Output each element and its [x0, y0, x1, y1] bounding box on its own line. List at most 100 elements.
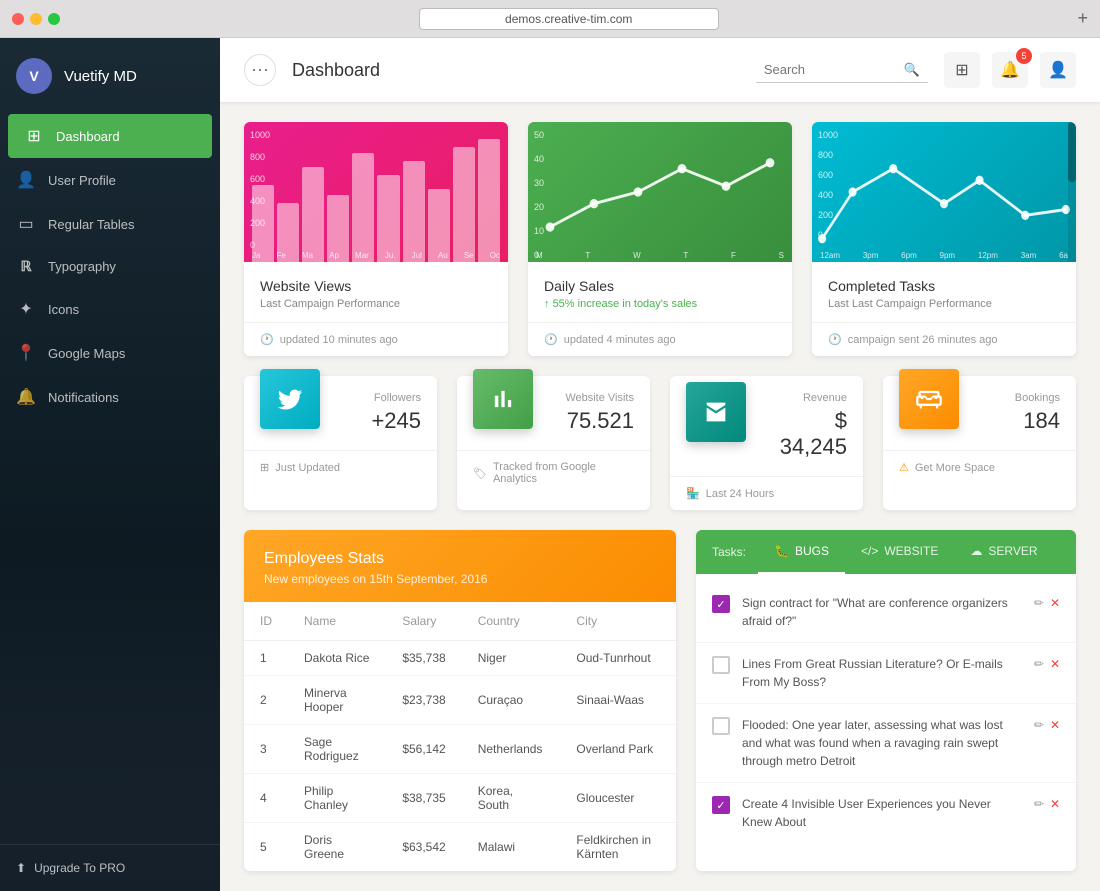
sidebar-item-user-profile[interactable]: 👤 User Profile	[0, 158, 220, 202]
task-delete-button[interactable]: ✕	[1050, 596, 1060, 610]
followers-card: Followers +245 ⊞ Just Updated	[244, 376, 437, 510]
header: ⋯ Dashboard 🔍 ⊞ 🔔 5 👤	[220, 38, 1100, 102]
task-actions: ✏ ✕	[1034, 657, 1060, 671]
page-title: Dashboard	[292, 60, 756, 81]
search-icon[interactable]: 🔍	[904, 62, 920, 78]
task-checkbox[interactable]: ✓	[712, 796, 730, 814]
task-delete-button[interactable]: ✕	[1050, 797, 1060, 811]
mini-stat-value: $ 34,245	[762, 408, 847, 460]
stat-footer: 🕐 updated 10 minutes ago	[244, 322, 508, 356]
employees-title: Employees Stats	[264, 550, 656, 568]
grid-icon: ⊞	[955, 60, 968, 80]
table-row: 1 Dakota Rice $35,738 Niger Oud-Tunrhout	[244, 641, 676, 676]
mini-stats-info: Revenue $ 34,245	[762, 392, 847, 460]
table-row: 2 Minerva Hooper $23,738 Curaçao Sinaai-…	[244, 676, 676, 725]
sidebar-footer: ⬆ Upgrade To PRO	[0, 844, 220, 891]
task-list: ✓ Sign contract for "What are conference…	[696, 574, 1076, 851]
task-edit-button[interactable]: ✏	[1034, 797, 1044, 811]
menu-button[interactable]: ⋯	[244, 54, 276, 86]
employees-card: Employees Stats New employees on 15th Se…	[244, 530, 676, 871]
notifications-button[interactable]: 🔔 5	[992, 52, 1028, 88]
sidebar-brand: Vuetify MD	[64, 68, 137, 85]
table-row: 4 Philip Chanley $38,735 Korea, South Gl…	[244, 774, 676, 823]
cell-country: Curaçao	[462, 676, 561, 725]
task-edit-button[interactable]: ✏	[1034, 596, 1044, 610]
user-profile-button[interactable]: 👤	[1040, 52, 1076, 88]
sidebar-item-google-maps[interactable]: 📍 Google Maps	[0, 331, 220, 375]
task-edit-button[interactable]: ✏	[1034, 718, 1044, 732]
task-text: Create 4 Invisible User Experiences you …	[742, 795, 1022, 831]
sidebar-item-typography[interactable]: ℝ Typography	[0, 246, 220, 287]
scrollbar-thumb[interactable]	[1068, 122, 1076, 182]
col-id: ID	[244, 602, 288, 641]
tab-website[interactable]: </> WEBSITE	[845, 530, 954, 574]
task-delete-button[interactable]: ✕	[1050, 657, 1060, 671]
close-button[interactable]	[12, 13, 24, 25]
clock-icon: 🕐	[828, 333, 842, 346]
task-checkbox[interactable]	[712, 717, 730, 735]
stat-sub: ↑ 55% increase in today's sales	[544, 298, 776, 310]
url-display[interactable]: demos.creative-tim.com	[419, 8, 719, 30]
table-row: 3 Sage Rodriguez $56,142 Netherlands Ove…	[244, 725, 676, 774]
col-country: Country	[462, 602, 561, 641]
search-input[interactable]	[764, 62, 904, 77]
sidebar-item-dashboard[interactable]: ⊞ Dashboard	[8, 114, 212, 158]
new-tab-button[interactable]: +	[1077, 8, 1088, 29]
cell-salary: $23,738	[386, 676, 461, 725]
cell-id: 5	[244, 823, 288, 872]
maximize-button[interactable]	[48, 13, 60, 25]
content: 1000 800 600 400 200 0	[220, 102, 1100, 891]
stat-sub: Last Last Campaign Performance	[828, 298, 1060, 310]
upgrade-button[interactable]: ⬆ Upgrade To PRO	[16, 861, 204, 875]
sidebar-logo: V	[16, 58, 52, 94]
mini-stat-label: Followers	[336, 392, 421, 404]
mini-stat-label: Revenue	[762, 392, 847, 404]
mini-card-top: Website Visits 75.521	[457, 376, 650, 450]
col-city: City	[560, 602, 676, 641]
minimize-button[interactable]	[30, 13, 42, 25]
mini-stats-info: Bookings 184	[975, 392, 1060, 434]
website-views-card: 1000 800 600 400 200 0	[244, 122, 508, 356]
mini-stat-value: +245	[336, 408, 421, 434]
sidebar-nav: ⊞ Dashboard 👤 User Profile ▭ Regular Tab…	[0, 114, 220, 844]
chart-x-labels: 12am 3pm 6pm 9pm 12pm 3am 6a	[820, 251, 1068, 260]
chart-icon	[473, 369, 533, 429]
upgrade-label: Upgrade To PRO	[34, 861, 125, 875]
employees-header: Employees Stats New employees on 15th Se…	[244, 530, 676, 602]
task-delete-button[interactable]: ✕	[1050, 718, 1060, 732]
sofa-icon	[899, 369, 959, 429]
mini-card-top: Revenue $ 34,245	[670, 376, 863, 476]
dashboard-icon: ⊞	[24, 126, 44, 146]
search-bar: 🔍	[756, 58, 928, 83]
bar	[478, 139, 500, 262]
sidebar-item-label: Dashboard	[56, 129, 120, 144]
cell-city: Feldkirchen in Kärnten	[560, 823, 676, 872]
task-checkbox[interactable]	[712, 656, 730, 674]
sidebar-item-notifications[interactable]: 🔔 Notifications	[0, 375, 220, 419]
tab-server[interactable]: ☁ SERVER	[954, 530, 1053, 574]
tab-bugs[interactable]: 🐛 BUGS	[758, 530, 845, 574]
cell-city: Gloucester	[560, 774, 676, 823]
task-checkbox[interactable]: ✓	[712, 595, 730, 613]
sidebar-item-icons[interactable]: ✦ Icons	[0, 287, 220, 331]
cell-city: Sinaai-Waas	[560, 676, 676, 725]
task-actions: ✏ ✕	[1034, 718, 1060, 732]
task-edit-button[interactable]: ✏	[1034, 657, 1044, 671]
user-icon: 👤	[16, 170, 36, 190]
person-icon: 👤	[1048, 60, 1068, 80]
grid-view-button[interactable]: ⊞	[944, 52, 980, 88]
col-name: Name	[288, 602, 386, 641]
mini-stats-row: Followers +245 ⊞ Just Updated	[244, 376, 1076, 510]
store-footer-icon: 🏪	[686, 487, 700, 500]
sidebar-item-regular-tables[interactable]: ▭ Regular Tables	[0, 202, 220, 246]
maps-icon: 📍	[16, 343, 36, 363]
cell-country: Malawi	[462, 823, 561, 872]
store-icon	[686, 382, 746, 442]
cell-name: Dakota Rice	[288, 641, 386, 676]
cell-id: 3	[244, 725, 288, 774]
list-item: ✓ Sign contract for "What are conference…	[696, 582, 1076, 643]
warning-icon: ⚠	[899, 461, 909, 474]
bar	[403, 161, 425, 262]
mini-stat-label: Website Visits	[549, 392, 634, 404]
cell-salary: $63,542	[386, 823, 461, 872]
